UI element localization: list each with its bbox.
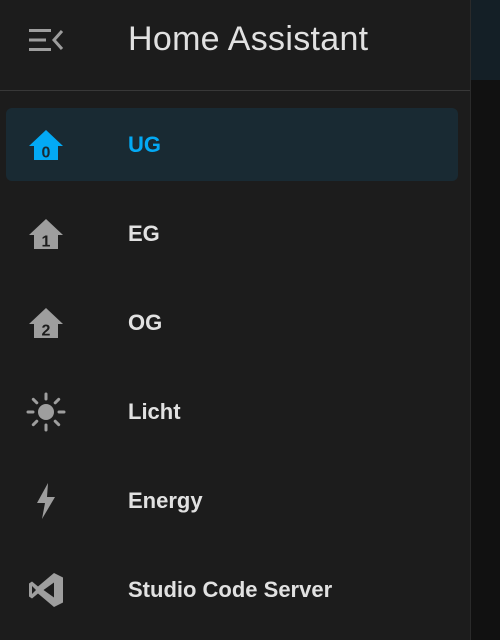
main-content-edge (470, 0, 500, 640)
sidebar-item-label: Licht (128, 399, 181, 424)
sidebar-item-label: OG (128, 310, 163, 335)
sidebar-item-eg[interactable]: 1 EG (0, 189, 470, 278)
home-floor-0-icon: 0 (24, 126, 68, 164)
active-item-highlight (6, 108, 458, 181)
sidebar-item-studio-code-server[interactable]: Studio Code Server (0, 545, 470, 634)
sidebar-header: Home Assistant (0, 0, 470, 91)
menu-collapse-icon (28, 27, 64, 58)
sidebar-item-label: EG (128, 221, 160, 246)
weather-sunny-icon (24, 392, 68, 432)
main-toolbar-edge (471, 0, 500, 80)
svg-text:0: 0 (42, 145, 51, 162)
menu-toggle-button[interactable] (22, 22, 70, 62)
lightning-bolt-icon (24, 482, 68, 520)
sidebar-item-licht[interactable]: Licht (0, 367, 470, 456)
sidebar-item-og[interactable]: 2 OG (0, 278, 470, 367)
app-window: Home Assistant 0 UG 1 EG 2 OG Licht Ener… (0, 0, 500, 640)
sidebar-item-ug[interactable]: 0 UG (0, 100, 470, 189)
home-floor-1-icon: 1 (24, 215, 68, 253)
vscode-icon (24, 571, 68, 609)
svg-text:1: 1 (42, 234, 51, 251)
sidebar-item-label: UG (128, 132, 161, 157)
svg-text:2: 2 (42, 323, 51, 340)
sidebar-item-label: Studio Code Server (128, 577, 333, 602)
sidebar-nav: 0 UG 1 EG 2 OG Licht Energy Studio Code … (0, 100, 470, 634)
app-title: Home Assistant (128, 20, 369, 58)
home-floor-2-icon: 2 (24, 304, 68, 342)
sidebar-item-label: Energy (128, 488, 203, 513)
sidebar: Home Assistant 0 UG 1 EG 2 OG Licht Ener… (0, 0, 470, 640)
sidebar-item-energy[interactable]: Energy (0, 456, 470, 545)
